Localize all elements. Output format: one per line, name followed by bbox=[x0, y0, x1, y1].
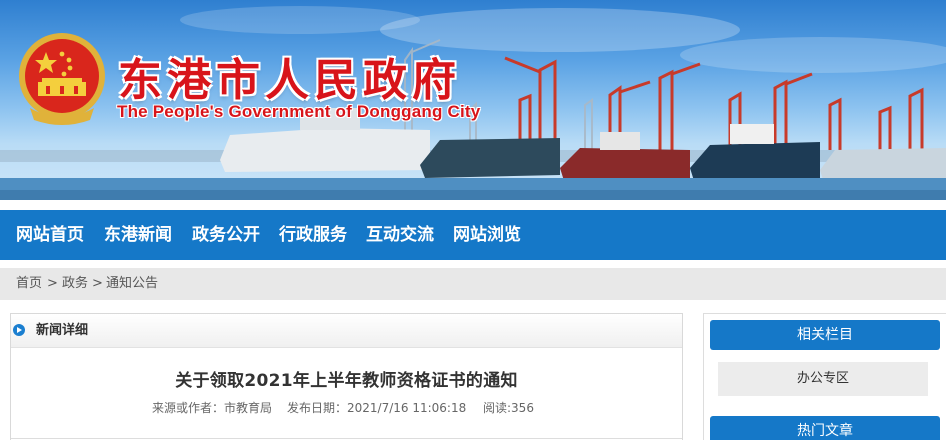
nav-item-site-browse[interactable]: 网站浏览 bbox=[453, 210, 521, 260]
breadcrumb: 首页 > 政务 > 通知公告 bbox=[0, 268, 946, 300]
national-emblem-icon bbox=[16, 30, 108, 128]
breadcrumb-separator: > bbox=[47, 276, 58, 291]
nav-item-news[interactable]: 东港新闻 bbox=[104, 210, 172, 260]
nav-item-admin-services[interactable]: 行政服务 bbox=[279, 210, 347, 260]
article-date: 发布日期：2021/7/16 11:06:18 bbox=[287, 401, 467, 415]
article-panel: 新闻详细 关于领取2021年上半年教师资格证书的通知 来源或作者：市教育局 发布… bbox=[10, 313, 683, 440]
nav-item-gov-affairs[interactable]: 政务公开 bbox=[192, 210, 260, 260]
article-source: 来源或作者：市教育局 bbox=[152, 401, 273, 415]
site-subtitle: The People's Government of Donggang City bbox=[117, 102, 481, 121]
main-nav: 网站首页 东港新闻 政务公开 行政服务 互动交流 网站浏览 bbox=[0, 210, 946, 260]
breadcrumb-notices[interactable]: 通知公告 bbox=[106, 268, 158, 300]
divider bbox=[11, 438, 682, 439]
arrow-bullet-icon bbox=[13, 324, 25, 336]
office-zone-link[interactable]: 办公专区 bbox=[718, 362, 928, 396]
site-title: 东港市人民政府 bbox=[118, 55, 461, 106]
nav-item-home[interactable]: 网站首页 bbox=[16, 210, 84, 260]
breadcrumb-gov[interactable]: 政务 bbox=[62, 268, 88, 300]
article-title: 关于领取2021年上半年教师资格证书的通知 bbox=[175, 371, 518, 391]
article-views: 阅读:356 bbox=[483, 401, 534, 415]
article-panel-header: 新闻详细 bbox=[11, 314, 682, 348]
site-banner: 东港市人民政府 The People's Government of Dongg… bbox=[0, 0, 946, 200]
breadcrumb-home[interactable]: 首页 bbox=[16, 268, 42, 300]
related-columns-header: 相关栏目 bbox=[710, 320, 940, 350]
section-label: 新闻详细 bbox=[36, 323, 89, 338]
breadcrumb-separator: > bbox=[92, 276, 103, 291]
hot-articles-header: 热门文章 bbox=[710, 416, 940, 440]
nav-item-interaction[interactable]: 互动交流 bbox=[366, 210, 434, 260]
